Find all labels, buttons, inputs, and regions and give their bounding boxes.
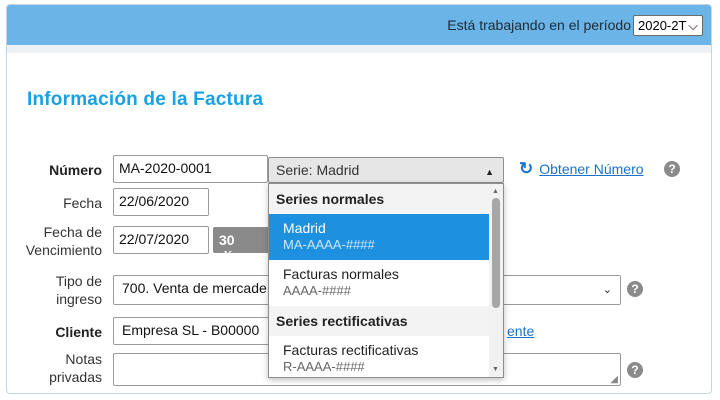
obtener-numero-text[interactable]: Obtener Número [539,161,643,177]
option-name: Facturas normales [283,266,399,282]
dias-badge[interactable]: 30 días [213,227,271,264]
notas-label: Notas privadas [27,350,102,386]
header-separator [7,45,711,53]
tipo-label-line2: ingreso [56,291,102,307]
caret-up-icon: ▲ [485,167,494,177]
option-code: MA-AAAA-#### [283,237,375,252]
refresh-icon: ↻ [519,159,534,178]
scrollbar-thumb[interactable] [492,198,500,308]
notas-label-line1: Notas [65,351,102,367]
top-bar: Está trabajando en el período 2020-2T ⌵ [7,5,711,45]
period-select[interactable]: 2020-2T ⌵ [633,15,703,36]
help-icon[interactable]: ? [664,161,680,177]
serie-select-value: Serie: Madrid [276,162,360,178]
vencimiento-label-line2: Vencimiento [25,242,102,258]
fecha-input[interactable]: 22/06/2020 [113,188,209,216]
option-code: AAAA-#### [283,283,351,298]
serie-dropdown-list: Series normales Madrid MA-AAAA-#### Fact… [269,184,491,377]
option-name: Facturas rectificativas [283,342,419,358]
dropdown-scrollbar[interactable]: ▲ ▼ [489,184,503,377]
numero-input[interactable]: MA-2020-0001 [113,155,268,183]
chevron-down-icon: ⌄ [602,284,612,296]
cliente-link[interactable]: ente [507,323,534,339]
option-code: R-AAAA-#### [283,359,365,374]
fecha-label: Fecha [63,195,102,211]
chevron-down-icon: ⌵ [688,17,698,33]
dropdown-option-facturas-rectificativas[interactable]: Facturas rectificativas R-AAAA-#### [269,336,491,377]
period-value: 2020-2T [638,18,687,33]
section-title: Información de la Factura [27,89,264,110]
option-name: Madrid [283,220,326,236]
vencimiento-input[interactable]: 22/07/2020 [113,226,209,254]
cliente-input[interactable]: Empresa SL - B00000 [113,317,273,345]
period-label: Está trabajando en el período [447,17,631,33]
cliente-label: Cliente [55,324,102,340]
serie-dropdown: Series normales Madrid MA-AAAA-#### Fact… [268,183,504,378]
numero-label: Número [49,162,102,178]
help-icon[interactable]: ? [627,362,643,378]
tipo-ingreso-value: 700. Venta de mercade [122,280,267,296]
serie-select[interactable]: Serie: Madrid ▲ [268,157,504,183]
help-icon[interactable]: ? [627,281,643,297]
obtener-numero-link[interactable]: ↻ Obtener Número [519,159,644,179]
resize-handle-icon[interactable]: ◢ [610,374,618,385]
dropdown-group-label: Series normales [269,184,491,214]
tipo-label-line1: Tipo de [55,273,102,289]
notas-label-line2: privadas [49,369,102,385]
scroll-up-icon[interactable]: ▲ [492,188,499,195]
app-window: Está trabajando en el período 2020-2T ⌵ … [6,4,712,394]
dropdown-group-label: Series rectificativas [269,306,491,336]
dropdown-option-facturas-normales[interactable]: Facturas normales AAAA-#### [269,260,491,306]
vencimiento-label-line1: Fecha de [43,224,102,240]
scroll-down-icon[interactable]: ▼ [492,366,499,373]
dropdown-option-madrid[interactable]: Madrid MA-AAAA-#### [269,214,491,260]
vencimiento-label: Fecha de Vencimiento [11,223,102,259]
tipo-ingreso-label: Tipo de ingreso [27,272,102,308]
